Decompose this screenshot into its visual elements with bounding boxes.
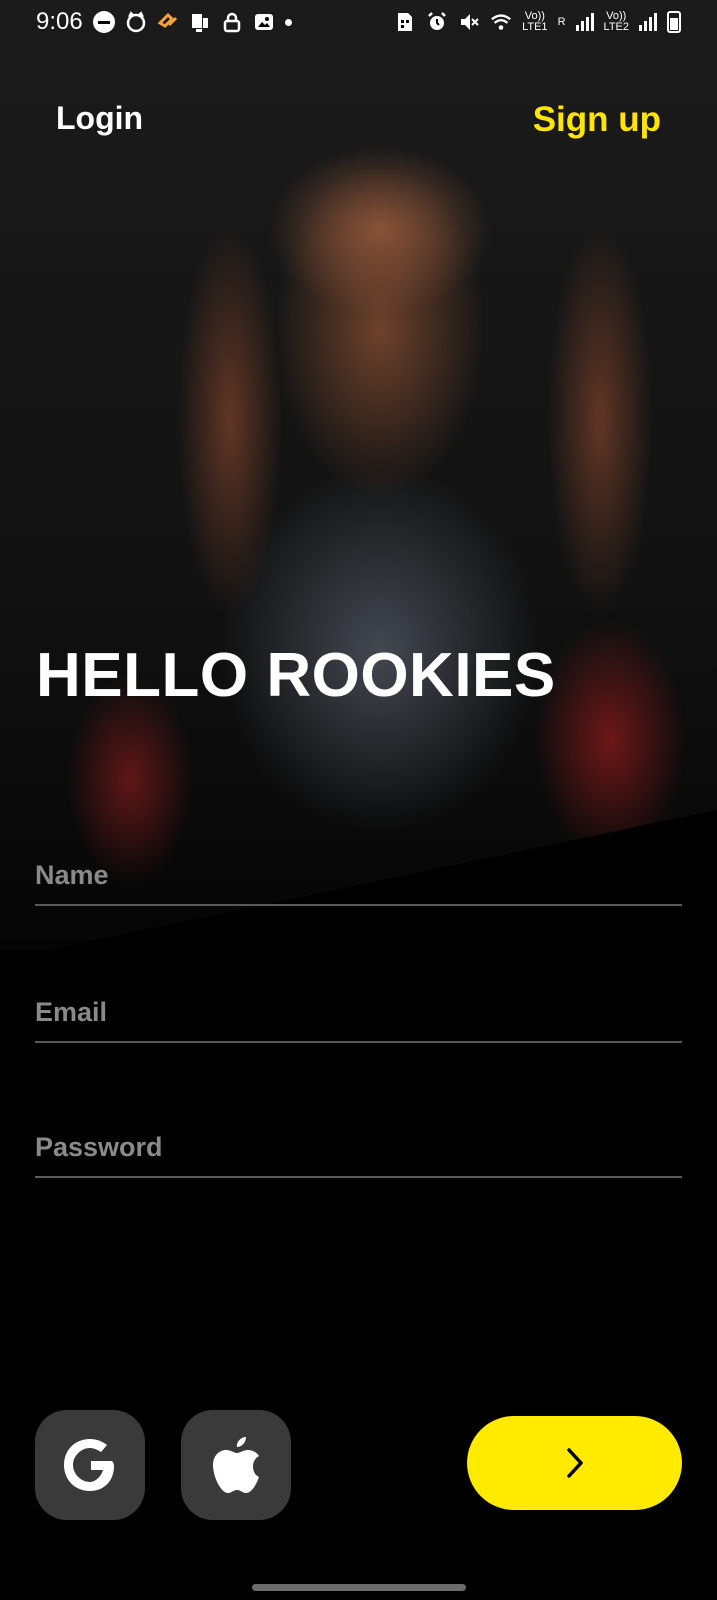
status-left: 9:06 xyxy=(36,8,292,36)
signal-1-icon xyxy=(575,13,594,31)
tab-signup[interactable]: Sign up xyxy=(533,100,661,140)
name-input[interactable] xyxy=(35,846,682,904)
google-signin-button[interactable] xyxy=(35,1410,145,1520)
network-2-type: LTE2 xyxy=(603,21,629,33)
heart-app-icon xyxy=(157,11,179,33)
google-icon xyxy=(64,1439,114,1491)
page-title: HELLO ROOKIES xyxy=(36,641,556,710)
signal-2-icon xyxy=(639,13,657,31)
home-indicator[interactable] xyxy=(252,1584,466,1591)
apple-signin-button[interactable] xyxy=(181,1410,291,1520)
tab-login[interactable]: Login xyxy=(56,100,143,137)
next-button[interactable] xyxy=(467,1416,682,1510)
network-1-type: LTE1 xyxy=(522,21,548,33)
email-field xyxy=(35,983,682,1043)
gallery-icon xyxy=(253,11,275,33)
roaming-indicator: R xyxy=(557,15,566,28)
status-time: 9:06 xyxy=(36,8,83,35)
email-input[interactable] xyxy=(35,983,682,1041)
network-1-label: Vo)) LTE1 xyxy=(522,11,547,33)
mute-icon xyxy=(458,11,480,33)
wifi-icon xyxy=(490,11,512,33)
chevron-right-icon xyxy=(566,1448,583,1478)
status-bar: 9:06 Vo)) LTE1 R Vo)) LTE2 xyxy=(0,0,717,44)
more-notifications-dot xyxy=(284,18,292,26)
sim-card-icon xyxy=(394,11,416,33)
alarm-icon xyxy=(426,11,448,33)
password-field xyxy=(35,1118,682,1178)
auth-tabs: Login Sign up xyxy=(0,100,717,144)
device-icon xyxy=(189,11,211,33)
signup-screen: 9:06 Vo)) LTE1 R Vo)) LTE2 Login Sign up… xyxy=(0,0,717,1600)
lock-icon xyxy=(221,11,243,33)
name-field xyxy=(35,846,682,906)
cat-app-icon xyxy=(125,11,147,33)
status-right: Vo)) LTE1 R Vo)) LTE2 xyxy=(394,11,681,33)
network-2-label: Vo)) LTE2 xyxy=(604,11,629,33)
battery-icon xyxy=(667,11,681,33)
apple-icon xyxy=(213,1437,259,1493)
password-input[interactable] xyxy=(35,1118,682,1176)
dnd-icon xyxy=(92,11,115,33)
